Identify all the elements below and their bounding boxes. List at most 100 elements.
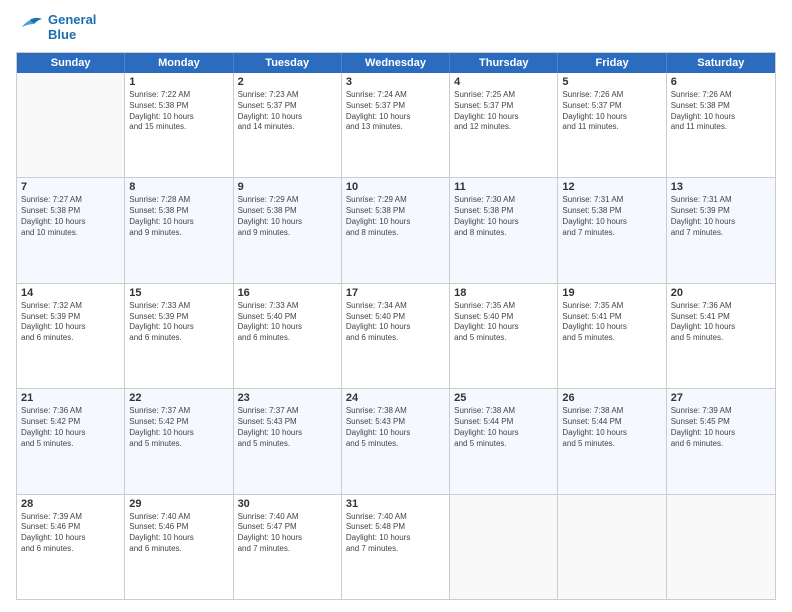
calendar: SundayMondayTuesdayWednesdayThursdayFrid… xyxy=(16,52,776,600)
calendar-cell-3-7: 20Sunrise: 7:36 AM Sunset: 5:41 PM Dayli… xyxy=(667,284,775,388)
day-number: 11 xyxy=(454,181,553,193)
calendar-cell-3-1: 14 Sunrise: 7:32 AM Sunset: 5:39 PM Dayli… xyxy=(17,284,125,388)
day-info: Sunrise: 7:38 AM Sunset: 5:44 PM Dayligh… xyxy=(454,406,553,449)
calendar-cell-3-6: 19Sunrise: 7:35 AM Sunset: 5:41 PM Dayli… xyxy=(558,284,666,388)
day-number: 5 xyxy=(562,76,661,88)
day-number: 22 xyxy=(129,392,228,404)
logo: General Blue xyxy=(16,12,96,42)
calendar-cell-4-4: 24 Sunrise: 7:38 AM Sunset: 5:43 PM Dayli… xyxy=(342,389,450,493)
day-info: Sunrise: 7:29 AM Sunset: 5:38 PM Dayligh… xyxy=(238,195,337,238)
day-number: 2 xyxy=(238,76,337,88)
day-info: Sunrise: 7:23 AM Sunset: 5:37 PM Dayligh… xyxy=(238,90,337,133)
calendar-cell-4-7: 27Sunrise: 7:39 AM Sunset: 5:45 PM Dayli… xyxy=(667,389,775,493)
day-info: Sunrise: 7:39 AM Sunset: 5:46 PM Dayligh… xyxy=(21,512,120,555)
day-info: Sunrise: 7:33 AM Sunset: 5:39 PM Dayligh… xyxy=(129,301,228,344)
day-info: Sunrise: 7:31 AM Sunset: 5:38 PM Dayligh… xyxy=(562,195,661,238)
calendar-cell-2-5: 11 Sunrise: 7:30 AM Sunset: 5:38 PM Dayli… xyxy=(450,178,558,282)
day-number: 4 xyxy=(454,76,553,88)
day-info: Sunrise: 7:35 AM Sunset: 5:40 PM Dayligh… xyxy=(454,301,553,344)
weekday-header-tuesday: Tuesday xyxy=(234,53,342,73)
day-number: 7 xyxy=(21,181,120,193)
day-number: 8 xyxy=(129,181,228,193)
day-number: 18 xyxy=(454,287,553,299)
day-number: 31 xyxy=(346,498,445,510)
day-number: 23 xyxy=(238,392,337,404)
day-number: 29 xyxy=(129,498,228,510)
day-info: Sunrise: 7:25 AM Sunset: 5:37 PM Dayligh… xyxy=(454,90,553,133)
calendar-row-4: 21 Sunrise: 7:36 AM Sunset: 5:42 PM Dayli… xyxy=(17,389,775,494)
day-info: Sunrise: 7:37 AM Sunset: 5:42 PM Dayligh… xyxy=(129,406,228,449)
calendar-cell-5-2: 29 Sunrise: 7:40 AM Sunset: 5:46 PM Dayli… xyxy=(125,495,233,599)
day-info: Sunrise: 7:26 AM Sunset: 5:37 PM Dayligh… xyxy=(562,90,661,133)
day-info: Sunrise: 7:31 AM Sunset: 5:39 PM Dayligh… xyxy=(671,195,771,238)
day-info: Sunrise: 7:40 AM Sunset: 5:48 PM Dayligh… xyxy=(346,512,445,555)
calendar-body: 1Sunrise: 7:22 AM Sunset: 5:38 PM Daylig… xyxy=(17,73,775,599)
day-number: 9 xyxy=(238,181,337,193)
day-info: Sunrise: 7:28 AM Sunset: 5:38 PM Dayligh… xyxy=(129,195,228,238)
page: General Blue SundayMondayTuesdayWednesda… xyxy=(0,0,792,612)
day-info: Sunrise: 7:32 AM Sunset: 5:39 PM Dayligh… xyxy=(21,301,120,344)
day-number: 21 xyxy=(21,392,120,404)
day-info: Sunrise: 7:40 AM Sunset: 5:46 PM Dayligh… xyxy=(129,512,228,555)
day-number: 16 xyxy=(238,287,337,299)
calendar-cell-4-3: 23 Sunrise: 7:37 AM Sunset: 5:43 PM Dayli… xyxy=(234,389,342,493)
calendar-cell-5-1: 28 Sunrise: 7:39 AM Sunset: 5:46 PM Dayli… xyxy=(17,495,125,599)
day-number: 17 xyxy=(346,287,445,299)
weekday-header-monday: Monday xyxy=(125,53,233,73)
day-info: Sunrise: 7:39 AM Sunset: 5:45 PM Dayligh… xyxy=(671,406,771,449)
calendar-cell-1-3: 2 Sunrise: 7:23 AM Sunset: 5:37 PM Daylig… xyxy=(234,73,342,177)
day-number: 30 xyxy=(238,498,337,510)
calendar-cell-2-4: 10 Sunrise: 7:29 AM Sunset: 5:38 PM Dayli… xyxy=(342,178,450,282)
logo-text: General Blue xyxy=(48,12,96,42)
day-number: 28 xyxy=(21,498,120,510)
calendar-cell-2-1: 7 Sunrise: 7:27 AM Sunset: 5:38 PM Daylig… xyxy=(17,178,125,282)
day-info: Sunrise: 7:27 AM Sunset: 5:38 PM Dayligh… xyxy=(21,195,120,238)
day-number: 14 xyxy=(21,287,120,299)
day-info: Sunrise: 7:40 AM Sunset: 5:47 PM Dayligh… xyxy=(238,512,337,555)
calendar-header: SundayMondayTuesdayWednesdayThursdayFrid… xyxy=(17,53,775,73)
day-number: 12 xyxy=(562,181,661,193)
calendar-cell-2-6: 12 Sunrise: 7:31 AM Sunset: 5:38 PM Dayli… xyxy=(558,178,666,282)
calendar-cell-4-2: 22 Sunrise: 7:37 AM Sunset: 5:42 PM Dayli… xyxy=(125,389,233,493)
day-number: 3 xyxy=(346,76,445,88)
calendar-cell-5-6 xyxy=(558,495,666,599)
calendar-cell-5-3: 30 Sunrise: 7:40 AM Sunset: 5:47 PM Dayli… xyxy=(234,495,342,599)
day-number: 13 xyxy=(671,181,771,193)
calendar-row-5: 28 Sunrise: 7:39 AM Sunset: 5:46 PM Dayli… xyxy=(17,495,775,599)
day-info: Sunrise: 7:36 AM Sunset: 5:42 PM Dayligh… xyxy=(21,406,120,449)
day-info: Sunrise: 7:29 AM Sunset: 5:38 PM Dayligh… xyxy=(346,195,445,238)
calendar-cell-1-4: 3 Sunrise: 7:24 AM Sunset: 5:37 PM Daylig… xyxy=(342,73,450,177)
day-number: 10 xyxy=(346,181,445,193)
calendar-cell-4-5: 25 Sunrise: 7:38 AM Sunset: 5:44 PM Dayli… xyxy=(450,389,558,493)
calendar-cell-1-2: 1Sunrise: 7:22 AM Sunset: 5:38 PM Daylig… xyxy=(125,73,233,177)
header: General Blue xyxy=(16,12,776,42)
calendar-cell-5-7 xyxy=(667,495,775,599)
calendar-cell-3-4: 17Sunrise: 7:34 AM Sunset: 5:40 PM Dayli… xyxy=(342,284,450,388)
calendar-cell-3-3: 16 Sunrise: 7:33 AM Sunset: 5:40 PM Dayli… xyxy=(234,284,342,388)
calendar-cell-4-6: 26Sunrise: 7:38 AM Sunset: 5:44 PM Dayli… xyxy=(558,389,666,493)
day-info: Sunrise: 7:33 AM Sunset: 5:40 PM Dayligh… xyxy=(238,301,337,344)
weekday-header-friday: Friday xyxy=(558,53,666,73)
day-number: 15 xyxy=(129,287,228,299)
calendar-row-2: 7 Sunrise: 7:27 AM Sunset: 5:38 PM Daylig… xyxy=(17,178,775,283)
day-info: Sunrise: 7:38 AM Sunset: 5:43 PM Dayligh… xyxy=(346,406,445,449)
day-number: 26 xyxy=(562,392,661,404)
calendar-cell-5-4: 31 Sunrise: 7:40 AM Sunset: 5:48 PM Dayli… xyxy=(342,495,450,599)
day-number: 20 xyxy=(671,287,771,299)
day-number: 24 xyxy=(346,392,445,404)
calendar-row-1: 1Sunrise: 7:22 AM Sunset: 5:38 PM Daylig… xyxy=(17,73,775,178)
weekday-header-sunday: Sunday xyxy=(17,53,125,73)
weekday-header-wednesday: Wednesday xyxy=(342,53,450,73)
calendar-cell-2-7: 13 Sunrise: 7:31 AM Sunset: 5:39 PM Dayli… xyxy=(667,178,775,282)
day-info: Sunrise: 7:24 AM Sunset: 5:37 PM Dayligh… xyxy=(346,90,445,133)
day-number: 25 xyxy=(454,392,553,404)
calendar-row-3: 14 Sunrise: 7:32 AM Sunset: 5:39 PM Dayli… xyxy=(17,284,775,389)
day-info: Sunrise: 7:22 AM Sunset: 5:38 PM Dayligh… xyxy=(129,90,228,133)
day-number: 6 xyxy=(671,76,771,88)
day-info: Sunrise: 7:30 AM Sunset: 5:38 PM Dayligh… xyxy=(454,195,553,238)
calendar-cell-1-1 xyxy=(17,73,125,177)
calendar-cell-2-3: 9 Sunrise: 7:29 AM Sunset: 5:38 PM Daylig… xyxy=(234,178,342,282)
logo-icon xyxy=(16,16,44,38)
day-info: Sunrise: 7:37 AM Sunset: 5:43 PM Dayligh… xyxy=(238,406,337,449)
calendar-cell-1-7: 6Sunrise: 7:26 AM Sunset: 5:38 PM Daylig… xyxy=(667,73,775,177)
